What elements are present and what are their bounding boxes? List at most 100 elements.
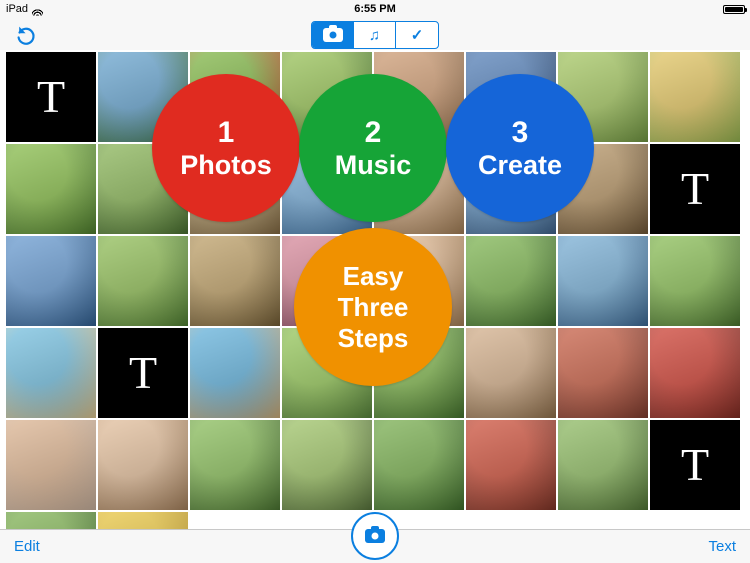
tab-photos[interactable] [312,22,354,48]
photo-shading [98,420,188,510]
photo-thumbnail [650,52,740,142]
photo-collage[interactable]: T T T T 1 Photos 2 Music 3 Create Easy Thre… [0,50,750,530]
collage-tile[interactable] [466,328,556,418]
collage-tile[interactable] [190,420,280,510]
collage-tile[interactable] [6,236,96,326]
photo-shading [282,420,372,510]
top-toolbar: ♫ ✓ [0,18,750,51]
checkmark-icon: ✓ [410,26,424,44]
photo-shading [190,420,280,510]
collage-tile[interactable] [466,420,556,510]
photo-thumbnail [466,328,556,418]
undo-button[interactable] [14,23,38,47]
photo-shading [558,328,648,418]
tab-create[interactable]: ✓ [396,22,438,48]
photo-shading [650,52,740,142]
step-1-label: Photos [180,150,272,180]
photo-thumbnail [6,236,96,326]
undo-arrow-icon [17,26,35,45]
collage-tile[interactable] [190,328,280,418]
collage-tile[interactable] [98,512,188,530]
camera-button[interactable] [351,512,399,560]
photo-shading [374,420,464,510]
collage-tile[interactable] [6,512,96,530]
photo-shading [98,512,188,530]
step-3-number: 3 [511,116,529,149]
photo-shading [650,236,740,326]
photo-shading [558,236,648,326]
status-time: 6:55 PM [354,3,396,15]
music-note-icon: ♫ [368,26,381,44]
camera-icon [322,25,343,42]
tab-music[interactable]: ♫ [354,22,396,48]
collage-tile[interactable] [98,236,188,326]
collage-tile[interactable]: T [6,52,96,142]
text-tile-glyph: T [680,439,710,490]
collage-tile[interactable] [558,420,648,510]
badge-line-1: Easy [342,260,404,291]
photo-shading [466,328,556,418]
photo-thumbnail [6,328,96,418]
battery-full-icon [723,4,747,14]
photo-thumbnail [190,328,280,418]
status-right [723,4,747,14]
collage-tile[interactable] [374,420,464,510]
photo-thumbnail [6,144,96,234]
photo-shading [466,420,556,510]
photo-shading [558,420,648,510]
step-1-photos-badge[interactable]: 1 Photos [152,74,300,222]
collage-tile[interactable] [558,328,648,418]
photo-thumbnail [650,236,740,326]
photo-thumbnail [282,420,372,510]
photo-shading [190,236,280,326]
photo-thumbnail [98,420,188,510]
easy-three-steps-badge[interactable]: Easy Three Steps [294,228,452,386]
photo-shading [190,328,280,418]
edit-button[interactable]: Edit [14,538,40,555]
photo-thumbnail [98,236,188,326]
collage-tile[interactable] [466,236,556,326]
app-screen: iPad 6:55 PM ♫ ✓ T T T T 1 Photos 2 Music 3… [0,0,750,563]
photo-thumbnail [558,236,648,326]
photo-thumbnail [466,236,556,326]
photo-shading [6,512,96,530]
badge-line-3: Steps [337,322,409,353]
collage-tile[interactable] [6,328,96,418]
collage-tile[interactable]: T [650,420,740,510]
photo-shading [6,236,96,326]
collage-tile[interactable]: T [650,144,740,234]
photo-thumbnail [374,420,464,510]
collage-tile[interactable] [6,144,96,234]
collage-tile[interactable] [558,236,648,326]
photo-thumbnail [558,328,648,418]
mode-segmented-control[interactable]: ♫ ✓ [311,21,439,49]
collage-tile[interactable] [650,328,740,418]
photo-thumbnail [558,420,648,510]
step-3-label: Create [477,150,563,180]
photo-shading [6,420,96,510]
photo-thumbnail [98,512,188,530]
step-3-create-badge[interactable]: 3 Create [446,74,594,222]
collage-tile[interactable] [6,420,96,510]
collage-tile[interactable] [190,236,280,326]
collage-tile[interactable]: T [98,328,188,418]
status-bar: iPad 6:55 PM [0,0,750,18]
step-2-music-badge[interactable]: 2 Music [299,74,447,222]
photo-thumbnail [650,328,740,418]
photo-shading [466,236,556,326]
photo-thumbnail [190,236,280,326]
photo-thumbnail [190,420,280,510]
collage-tile[interactable] [98,420,188,510]
collage-tile[interactable] [282,420,372,510]
bottom-toolbar: Edit Text [0,512,750,563]
photo-shading [6,328,96,418]
text-tile-glyph: T [128,347,158,398]
text-tile-glyph: T [680,163,710,214]
collage-tile[interactable] [650,236,740,326]
step-1-number: 1 [217,116,235,149]
text-button[interactable]: Text [708,538,736,555]
photo-thumbnail [6,512,96,530]
photo-thumbnail [6,420,96,510]
collage-tile[interactable] [650,52,740,142]
step-2-label: Music [334,150,412,180]
